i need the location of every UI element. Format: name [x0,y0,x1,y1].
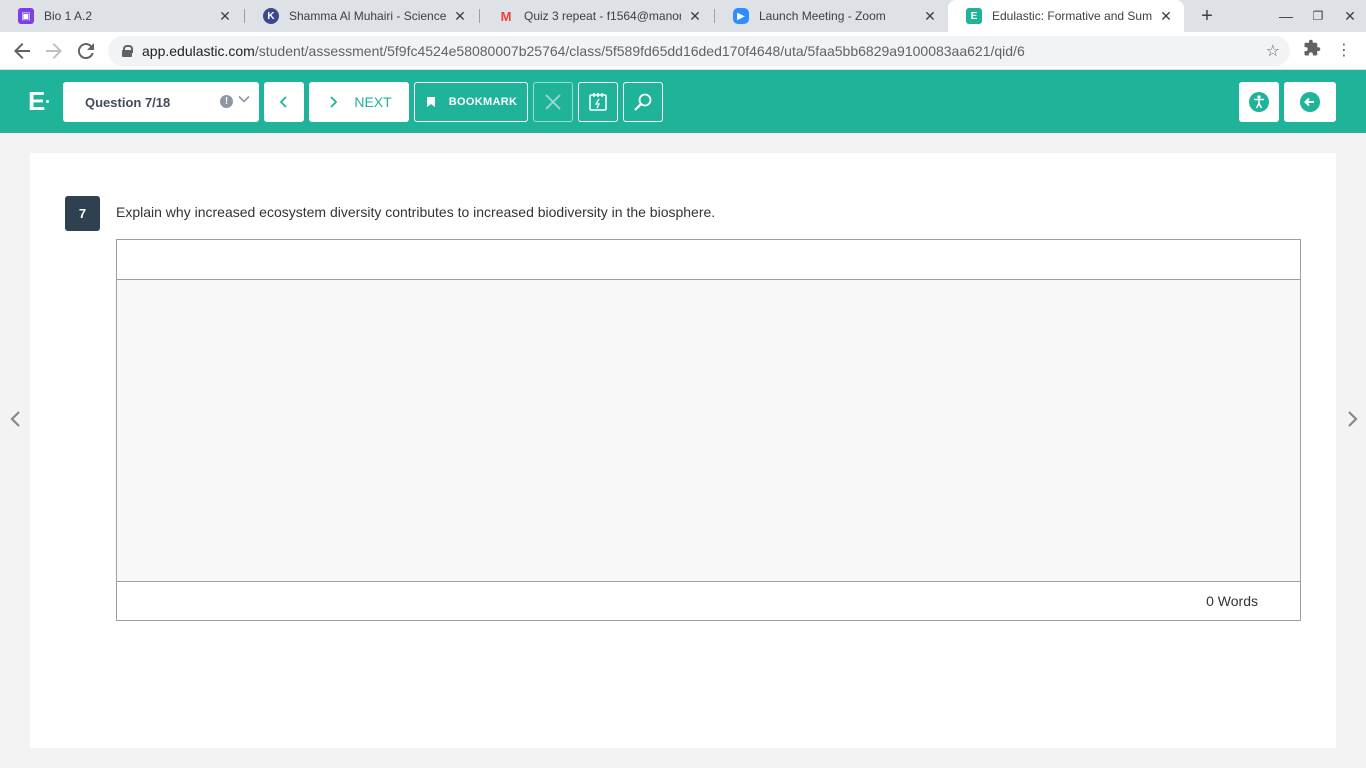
close-icon[interactable]: ✕ [922,8,938,24]
tab-title: Quiz 3 repeat - f1564@manorha [524,9,681,23]
restore-icon[interactable]: ❐ [1308,6,1328,26]
next-question-arrow[interactable] [1342,409,1362,431]
browser-tab-strip: ▣ Bio 1 A.2 ✕ K Shamma Al Muhairi - Scie… [0,0,1366,32]
editor-footer: 0 Words [117,581,1300,620]
lock-icon [122,45,133,57]
bookmark-button[interactable]: BOOKMARK [414,82,528,122]
eliminate-answer-button[interactable] [533,82,573,122]
exit-button[interactable] [1284,82,1336,122]
tab-gmail[interactable]: M Quiz 3 repeat - f1564@manorha ✕ [480,0,713,32]
new-tab-button[interactable]: + [1196,5,1218,27]
browser-toolbar: app.edulastic.com/student/assessment/5f9… [0,32,1366,70]
tab-zoom[interactable]: ▶ Launch Meeting - Zoom ✕ [715,0,948,32]
search-icon [634,93,652,111]
question-selector-label: Question 7/18 [85,94,171,110]
info-icon: ! [220,95,233,108]
cross-icon [545,94,561,110]
chevron-down-icon [238,95,250,103]
close-icon[interactable]: ✕ [687,8,703,24]
edulastic-logo: E [28,88,52,114]
answer-input[interactable] [117,280,1300,581]
previous-button[interactable] [264,82,304,122]
answer-editor: 0 Words [116,239,1301,621]
tab-title: Launch Meeting - Zoom [759,9,886,23]
window-close-icon[interactable]: ✕ [1340,6,1360,26]
next-button[interactable]: NEXT [309,82,409,122]
editor-toolbar [117,240,1300,280]
bookmark-icon [426,97,435,107]
question-number-badge: 7 [65,196,100,231]
browser-menu-icon[interactable]: ⋮ [1332,39,1356,63]
edulastic-icon: E [966,8,982,24]
accessibility-icon [1249,92,1269,112]
magnifier-button[interactable] [623,82,663,122]
reload-icon[interactable] [74,39,98,63]
tab-title: Edulastic: Formative and Summ [992,9,1152,23]
forward-icon[interactable] [42,39,66,63]
tab-title: Bio 1 A.2 [44,9,93,23]
question-text: Explain why increased ecosystem diversit… [116,204,716,220]
accessibility-button[interactable] [1239,82,1279,122]
scratchpad-button[interactable] [578,82,618,122]
k-icon: K [263,8,279,24]
chevron-right-icon [330,96,338,108]
classroom-icon: ▣ [18,8,34,24]
tab-title: Shamma Al Muhairi - Science n [289,9,446,23]
question-selector[interactable]: Question 7/18 ! [63,82,259,122]
minimize-icon[interactable]: — [1276,6,1296,26]
assessment-header: E Question 7/18 ! NEXT BOOKMARK [0,70,1366,133]
chevron-left-icon [279,96,287,108]
tab-bio[interactable]: ▣ Bio 1 A.2 ✕ [0,0,243,32]
word-count: 0 Words [1206,593,1258,609]
extensions-icon[interactable] [1300,39,1324,63]
zoom-icon: ▶ [733,8,749,24]
url-path: /student/assessment/5f9fc4524e58080007b2… [254,43,1025,59]
tab-shamma[interactable]: K Shamma Al Muhairi - Science n ✕ [245,0,478,32]
close-icon[interactable]: ✕ [452,8,468,24]
back-icon[interactable] [10,39,34,63]
bookmark-label: BOOKMARK [448,96,518,108]
close-icon[interactable]: ✕ [1158,8,1174,24]
address-bar[interactable]: app.edulastic.com/student/assessment/5f9… [108,36,1290,66]
url-host: app.edulastic.com [142,43,255,59]
gmail-icon: M [500,8,512,24]
exit-icon [1300,92,1320,112]
tab-edulastic[interactable]: E Edulastic: Formative and Summ ✕ [948,0,1184,32]
scratchpad-icon [589,93,607,111]
bookmark-star-icon[interactable]: ☆ [1266,41,1280,61]
previous-question-arrow[interactable] [6,409,26,431]
close-icon[interactable]: ✕ [217,8,233,24]
next-label: NEXT [354,94,392,110]
